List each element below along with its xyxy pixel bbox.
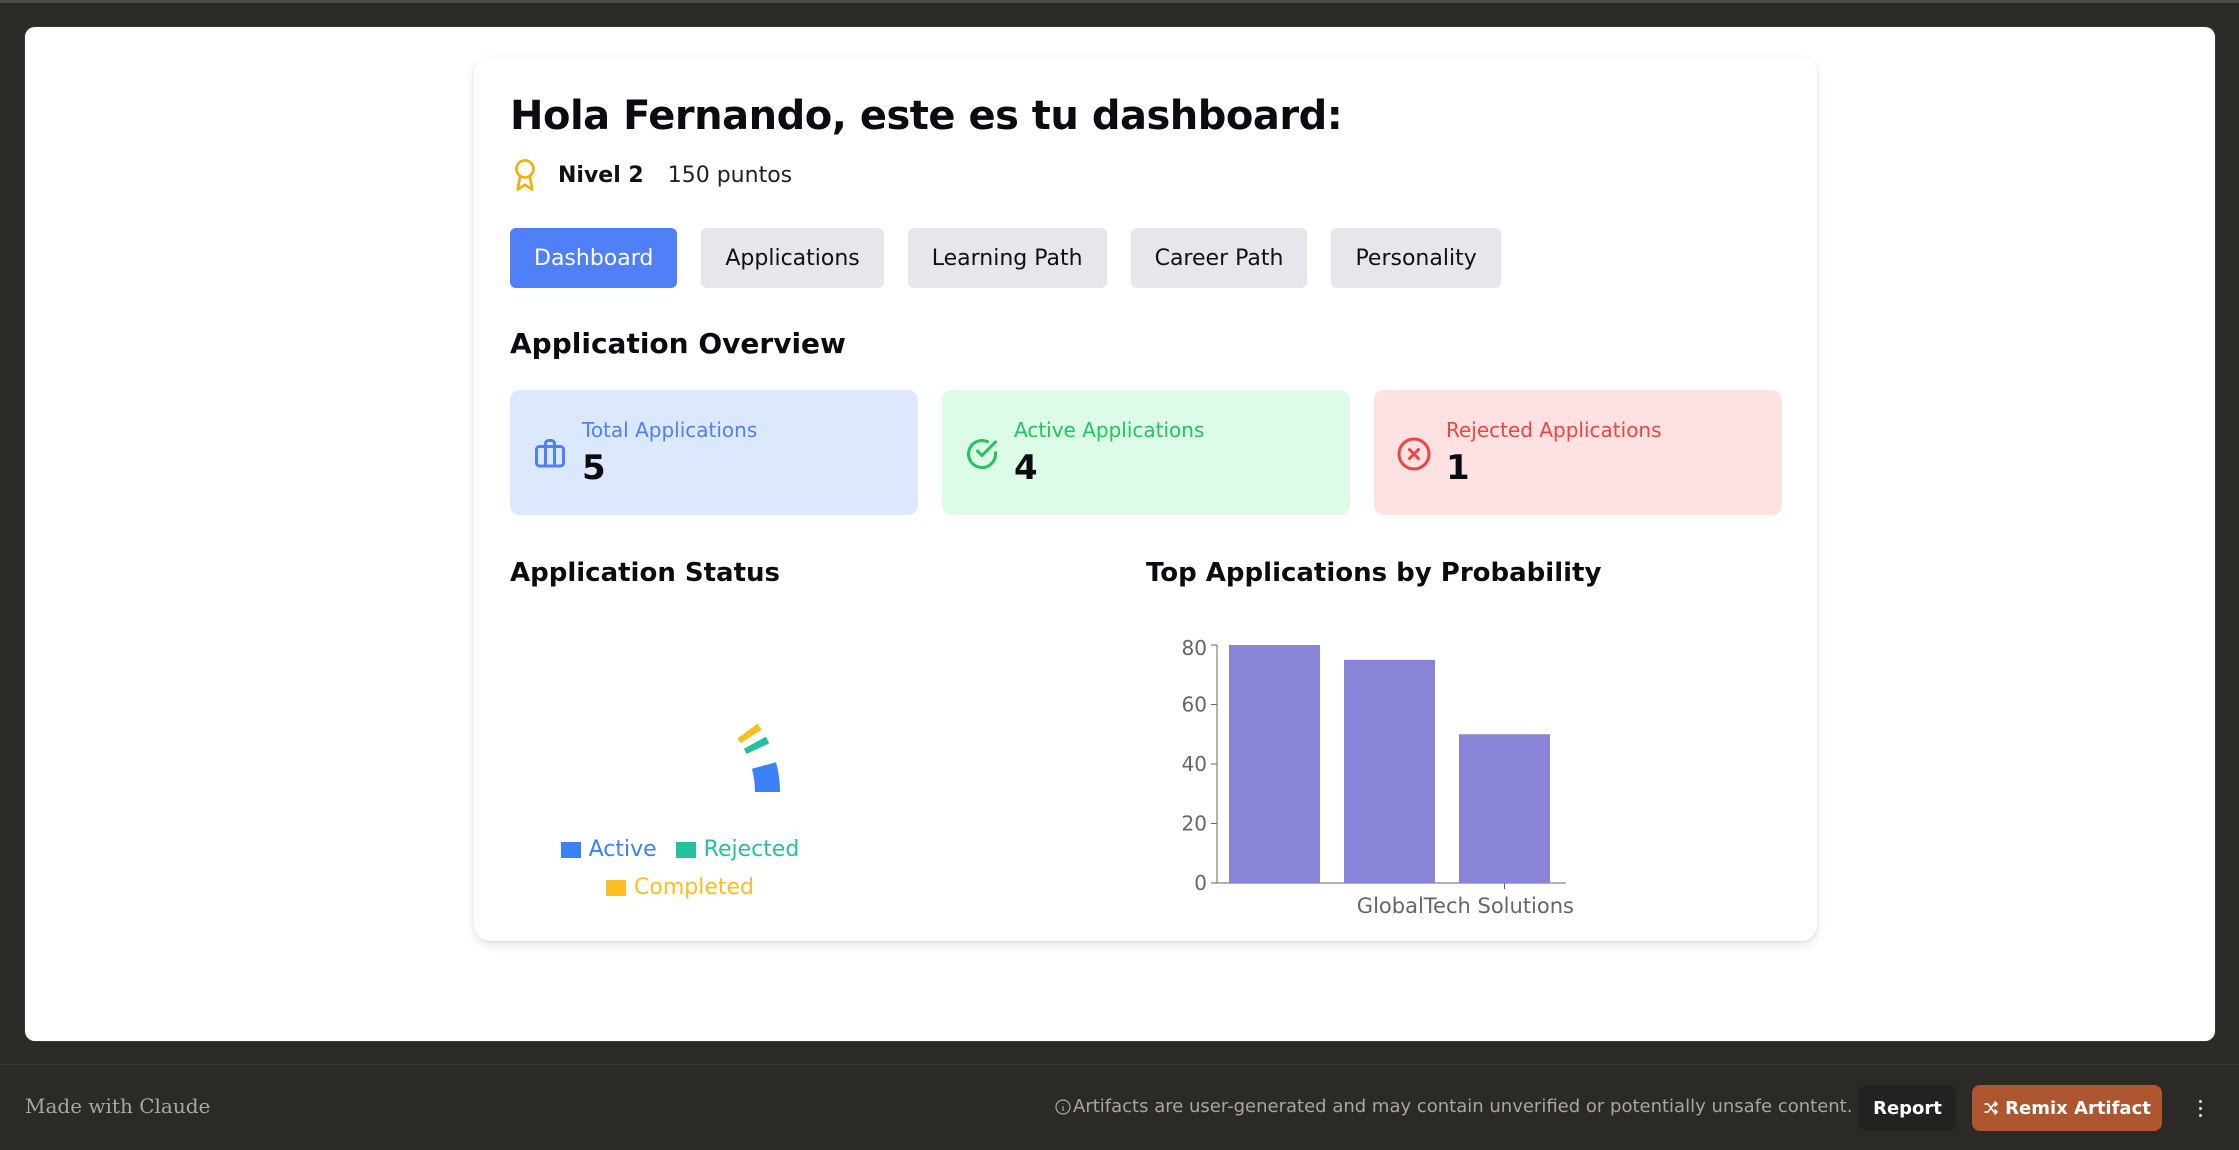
- tab-learning-path[interactable]: Learning Path: [907, 228, 1107, 288]
- stat-label: Rejected Applications: [1446, 418, 1662, 442]
- artifact-frame: Hola Fernando, este es tu dashboard: Niv…: [25, 27, 2215, 1041]
- made-with-claude[interactable]: Made with Claude: [25, 1094, 210, 1118]
- legend-item-completed: Completed: [606, 870, 754, 906]
- dashboard-card: Hola Fernando, este es tu dashboard: Niv…: [474, 57, 1817, 941]
- tab-personality[interactable]: Personality: [1331, 228, 1501, 288]
- legend-item-active: Active: [560, 832, 657, 868]
- status-legend: Active Rejected Completed: [510, 832, 850, 908]
- briefcase-icon: [535, 439, 565, 468]
- legend-label: Active: [588, 837, 657, 862]
- overview-title: Application Overview: [510, 327, 846, 360]
- legend-swatch: [560, 842, 581, 858]
- tab-career-path[interactable]: Career Path: [1130, 228, 1308, 288]
- status-chart: [737, 723, 780, 792]
- tab-bar: Dashboard Applications Learning Path Car…: [510, 228, 1501, 288]
- tab-dashboard[interactable]: Dashboard: [510, 228, 678, 288]
- tab-applications[interactable]: Applications: [701, 228, 884, 288]
- remix-artifact-button[interactable]: Remix Artifact: [1972, 1085, 2162, 1131]
- more-options-icon[interactable]: [2190, 1089, 2210, 1127]
- legend-swatch: [606, 880, 626, 896]
- safety-notice: Artifacts are user-generated and may con…: [1055, 1096, 1852, 1117]
- points-label: 150 puntos: [667, 162, 793, 188]
- remix-label: Remix Artifact: [2005, 1097, 2151, 1119]
- stats-row: Total Applications 5 Active Applications…: [510, 390, 1782, 515]
- stat-value: 1: [1446, 448, 1470, 488]
- y-tick-label: 60: [1182, 693, 1207, 717]
- check-circle-icon: [967, 439, 997, 469]
- notice-text: Artifacts are user-generated and may con…: [1073, 1096, 1853, 1117]
- bar[interactable]: [1459, 734, 1550, 883]
- award-icon: [515, 159, 535, 191]
- stat-label: Total Applications: [582, 418, 758, 442]
- level-label: Nivel 2: [558, 162, 644, 188]
- stat-value: 4: [1014, 448, 1038, 488]
- stat-value: 5: [582, 448, 606, 488]
- bar[interactable]: [1344, 659, 1435, 883]
- legend-swatch: [675, 842, 696, 858]
- stat-active-applications: Active Applications 4: [942, 390, 1350, 515]
- stat-total-applications: Total Applications 5: [510, 390, 918, 515]
- stat-label: Active Applications: [1014, 418, 1205, 442]
- y-tick-label: 0: [1194, 871, 1207, 895]
- status-slice-completed[interactable]: [737, 723, 762, 744]
- legend-label: Completed: [634, 875, 754, 900]
- report-button[interactable]: Report: [1859, 1085, 1956, 1131]
- y-tick-label: 40: [1182, 752, 1207, 776]
- bar[interactable]: [1229, 645, 1320, 883]
- status-slice-rejected[interactable]: [743, 736, 770, 754]
- status-slice-active[interactable]: [751, 762, 780, 792]
- x-circle-icon: [1397, 437, 1431, 471]
- info-icon: [1055, 1098, 1071, 1115]
- probability-chart-title: Top Applications by Probability: [1146, 558, 1602, 588]
- level-row: Nivel 2 150 puntos: [510, 157, 792, 193]
- stat-rejected-applications: Rejected Applications 1: [1374, 390, 1782, 515]
- probability-bar-chart: 0 20 40 60 80 GlobalTech Solutions: [1182, 636, 1574, 918]
- status-chart-title: Application Status: [510, 558, 781, 588]
- x-tick-label: GlobalTech Solutions: [1357, 894, 1574, 918]
- shuffle-icon: [1984, 1101, 1999, 1115]
- y-tick-label: 20: [1182, 812, 1207, 836]
- y-tick-label: 80: [1182, 636, 1207, 660]
- legend-label: Rejected: [703, 837, 800, 862]
- legend-item-rejected: Rejected: [675, 832, 800, 868]
- window-top-edge: [0, 0, 2239, 3]
- page-title: Hola Fernando, este es tu dashboard:: [510, 93, 1343, 139]
- footer-bar: Made with Claude Artifacts are user-gene…: [0, 1064, 2239, 1150]
